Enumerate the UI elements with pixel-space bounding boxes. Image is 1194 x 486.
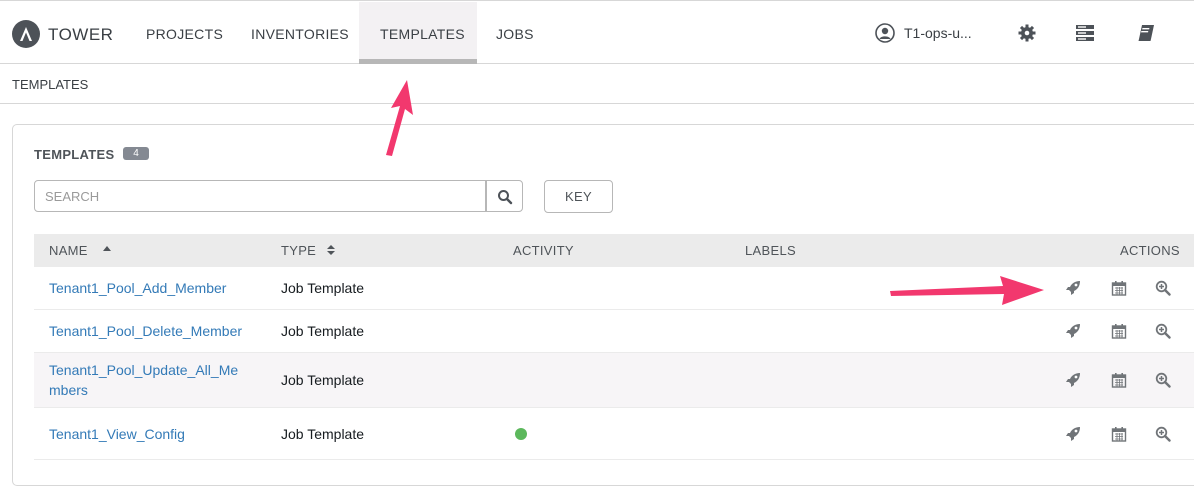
rocket-icon[interactable] xyxy=(1065,323,1081,339)
zoom-icon[interactable] xyxy=(1155,323,1171,339)
breadcrumb: TEMPLATES xyxy=(0,64,1194,104)
panel-title: TEMPLATES xyxy=(34,147,115,162)
calendar-icon[interactable] xyxy=(1111,372,1127,388)
column-actions-header: ACTIONS xyxy=(1120,243,1180,258)
rocket-icon[interactable] xyxy=(1065,426,1081,442)
brand-name[interactable]: TOWER xyxy=(48,25,113,45)
calendar-icon[interactable] xyxy=(1111,426,1127,442)
user-name[interactable]: T1-ops-u... xyxy=(904,25,972,41)
template-name-link[interactable]: Tenant1_Pool_Update_All_Members xyxy=(49,360,249,400)
nav-inventories[interactable]: INVENTORIES xyxy=(251,26,349,42)
breadcrumb-templates[interactable]: TEMPLATES xyxy=(12,77,88,92)
calendar-icon[interactable] xyxy=(1111,323,1127,339)
table-row: Tenant1_Pool_Add_Member Job Template xyxy=(34,267,1194,310)
ansible-logo-icon[interactable] xyxy=(12,20,40,48)
table-row: Tenant1_View_Config Job Template xyxy=(34,408,1194,460)
gear-icon[interactable] xyxy=(1017,23,1037,43)
search-input[interactable] xyxy=(34,180,486,212)
calendar-icon[interactable] xyxy=(1111,280,1127,296)
zoom-icon[interactable] xyxy=(1155,372,1171,388)
column-labels-header: LABELS xyxy=(745,243,796,258)
search-button[interactable] xyxy=(486,180,523,212)
count-badge: 4 xyxy=(123,147,149,160)
rocket-icon[interactable] xyxy=(1065,372,1081,388)
zoom-icon[interactable] xyxy=(1155,280,1171,296)
nav-jobs[interactable]: JOBS xyxy=(496,26,534,42)
search-icon xyxy=(498,190,513,205)
template-name-link[interactable]: Tenant1_Pool_Add_Member xyxy=(49,278,249,298)
template-type: Job Template xyxy=(281,280,365,296)
table-header: NAME TYPE ACTIVITY LABELS ACTIONS xyxy=(34,234,1194,267)
key-button[interactable]: KEY xyxy=(544,180,613,213)
sort-up-icon[interactable] xyxy=(327,245,335,249)
top-navbar: TOWER PROJECTS INVENTORIES TEMPLATES JOB… xyxy=(0,0,1194,64)
book-icon[interactable] xyxy=(1136,23,1156,43)
sort-ascending-icon[interactable] xyxy=(103,246,111,251)
user-icon[interactable] xyxy=(875,23,895,43)
server-icon[interactable] xyxy=(1075,23,1095,43)
template-type: Job Template xyxy=(281,323,365,339)
zoom-icon[interactable] xyxy=(1155,426,1171,442)
column-name-header[interactable]: NAME xyxy=(49,243,88,258)
column-type-header[interactable]: TYPE xyxy=(281,243,316,258)
template-name-link[interactable]: Tenant1_View_Config xyxy=(49,424,249,444)
sort-down-icon[interactable] xyxy=(327,251,335,255)
nav-templates[interactable]: TEMPLATES xyxy=(380,26,465,42)
template-type: Job Template xyxy=(281,372,365,388)
table-row: Tenant1_Pool_Delete_Member Job Template xyxy=(34,310,1194,353)
job-success-status-dot[interactable] xyxy=(515,428,527,440)
column-activity-header: ACTIVITY xyxy=(513,243,574,258)
template-type: Job Template xyxy=(281,426,365,442)
templates-panel: TEMPLATES 4 KEY NAME TYPE ACTIVITY LABEL… xyxy=(12,124,1194,486)
table-row: Tenant1_Pool_Update_All_Members Job Temp… xyxy=(34,353,1194,408)
rocket-icon[interactable] xyxy=(1065,280,1081,296)
template-name-link[interactable]: Tenant1_Pool_Delete_Member xyxy=(49,321,249,341)
nav-projects[interactable]: PROJECTS xyxy=(146,26,223,42)
